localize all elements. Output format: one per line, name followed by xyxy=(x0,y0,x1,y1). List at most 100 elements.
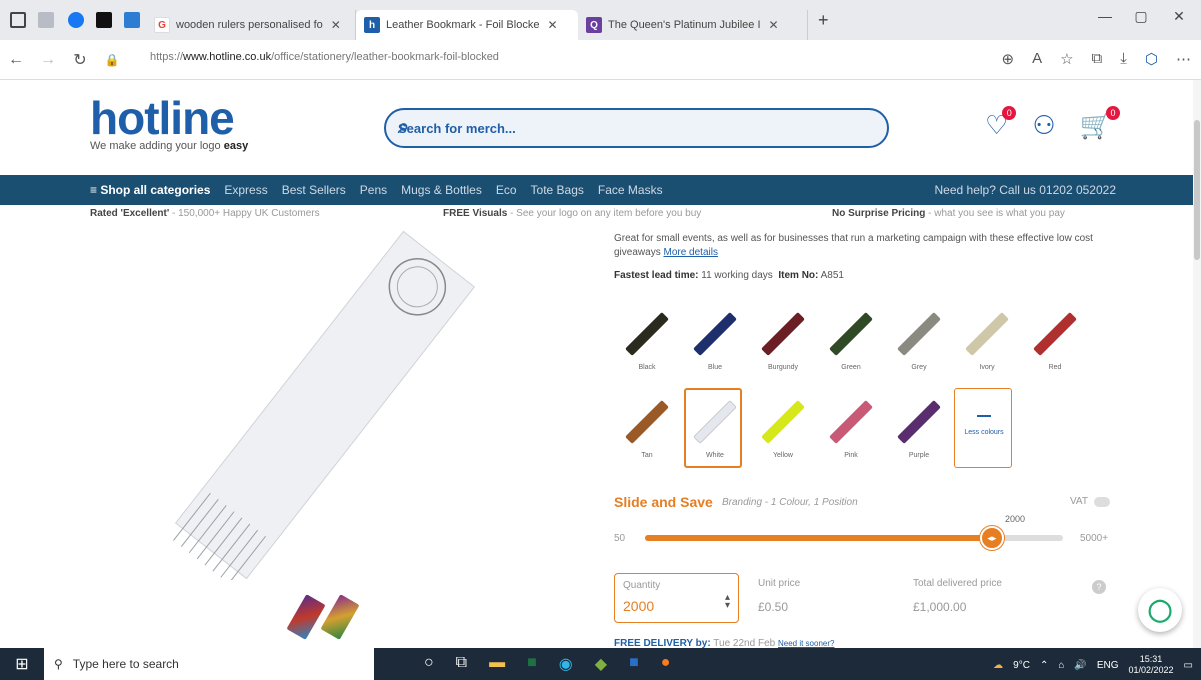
swatch-red[interactable]: Red xyxy=(1026,302,1084,382)
refresh-icon[interactable]: ↻ xyxy=(64,50,96,70)
excel-icon[interactable]: ■ xyxy=(527,654,537,674)
task-view-icon[interactable]: ⧉ xyxy=(456,654,467,674)
network-icon[interactable]: ⌂ xyxy=(1058,660,1064,671)
window-menu-icon[interactable] xyxy=(10,12,26,28)
cortana-icon[interactable]: ○ xyxy=(424,654,434,674)
google-icon: G xyxy=(154,17,170,33)
minimize-icon[interactable]: — xyxy=(1090,8,1120,24)
chat-bubble-icon[interactable]: ◯ xyxy=(1138,588,1182,632)
swatch-bar xyxy=(625,312,669,356)
swatch-burgundy[interactable]: Burgundy xyxy=(754,302,812,382)
facebook-icon[interactable] xyxy=(68,12,84,28)
swatch-label: Red xyxy=(1048,364,1062,371)
account-user-icon[interactable]: ⚇ xyxy=(1032,110,1055,141)
swatch-green[interactable]: Green xyxy=(822,302,880,382)
quantity-label: Quantity xyxy=(623,580,661,591)
unit-price-value: £0.50 xyxy=(758,600,789,614)
lock-icon: 🔒 xyxy=(104,52,120,67)
slider-handle[interactable]: ◂▸ xyxy=(979,526,1004,550)
tab-leather-bookmark[interactable]: h Leather Bookmark - Foil Blocke ✕ xyxy=(356,10,578,40)
wishlist-heart-icon[interactable]: ♡ 0 xyxy=(985,106,1017,141)
info-icon[interactable]: ? xyxy=(1092,580,1106,594)
close-tab-icon[interactable]: ✕ xyxy=(769,18,779,32)
favorite-star-icon[interactable]: ☆ xyxy=(1060,50,1073,68)
close-tab-icon[interactable]: ✕ xyxy=(547,18,557,32)
back-icon[interactable]: ← xyxy=(0,51,32,69)
swatch-yellow[interactable]: Yellow xyxy=(754,390,812,470)
nav-item-pens[interactable]: Pens xyxy=(360,183,387,197)
clock[interactable]: 15:31 01/02/2022 xyxy=(1129,654,1174,676)
read-aloud-icon[interactable]: A xyxy=(1032,50,1042,68)
messenger-icon[interactable] xyxy=(124,12,140,28)
app-icon[interactable]: ◆ xyxy=(595,654,607,674)
zoom-icon[interactable]: ⊕ xyxy=(1001,50,1014,68)
app-icon[interactable] xyxy=(96,12,112,28)
swatch-ivory[interactable]: Ivory xyxy=(958,302,1016,382)
close-tab-icon[interactable]: ✕ xyxy=(331,18,341,32)
nav-item-face-masks[interactable]: Face Masks xyxy=(598,183,663,197)
nav-item-tote-bags[interactable]: Tote Bags xyxy=(531,183,584,197)
nav-item-express[interactable]: Express xyxy=(224,183,267,197)
forward-icon[interactable]: → xyxy=(32,51,64,69)
product-thumbnail[interactable] xyxy=(286,594,326,640)
swatch-label: Green xyxy=(841,364,861,371)
new-tab-button[interactable]: + xyxy=(818,10,829,31)
quantity-field[interactable]: Quantity 2000 ▴ ▾ xyxy=(614,573,739,623)
nav-item-best-sellers[interactable]: Best Sellers xyxy=(282,183,346,197)
need-it-sooner-link[interactable]: Need it sooner? xyxy=(778,639,834,648)
usp-visuals: FREE Visuals - See your logo on any item… xyxy=(443,208,701,219)
swatch-bar xyxy=(897,400,941,444)
weather-icon[interactable]: ☁ xyxy=(993,660,1003,671)
nav-item-eco[interactable]: Eco xyxy=(496,183,517,197)
firefox-icon[interactable]: ● xyxy=(661,654,671,674)
collapse-dash-icon xyxy=(977,415,991,417)
swatch-grey[interactable]: Grey xyxy=(890,302,948,382)
weather-temp[interactable]: 9°C xyxy=(1013,660,1030,671)
windows-start-icon[interactable]: ⊞ xyxy=(0,654,44,674)
shop-all-categories-menu[interactable]: ≡ Shop all categories xyxy=(90,183,210,197)
product-main-image[interactable] xyxy=(150,230,480,584)
swatch-bar xyxy=(897,312,941,356)
cart-count-badge: 0 xyxy=(1106,106,1120,120)
maximize-icon[interactable]: ▢ xyxy=(1126,8,1156,25)
url-field[interactable]: https://www.hotline.co.uk/office/station… xyxy=(150,51,499,63)
taskbar-search-input[interactable]: ⚲ Type here to search xyxy=(44,648,374,680)
language-indicator[interactable]: ENG xyxy=(1097,660,1119,671)
vat-toggle[interactable] xyxy=(1094,497,1110,507)
notifications-icon[interactable]: ▭ xyxy=(1184,660,1193,671)
search-icon[interactable]: ⌕ xyxy=(398,116,875,139)
workspaces-icon[interactable] xyxy=(38,12,54,28)
tray-chevron-icon[interactable]: ⌃ xyxy=(1040,660,1048,671)
quantity-stepper-icon[interactable]: ▴ ▾ xyxy=(725,593,730,611)
nav-item-mugs-bottles[interactable]: Mugs & Bottles xyxy=(401,183,482,197)
search-input[interactable]: Search for merch... ⌕ xyxy=(384,108,889,148)
extension-icon[interactable]: ⬡ xyxy=(1145,50,1158,68)
vat-label: VAT xyxy=(1070,496,1088,507)
swatch-tan[interactable]: Tan xyxy=(618,390,676,470)
more-icon[interactable]: ⋯ xyxy=(1176,50,1191,68)
hotline-logo[interactable]: hotline xyxy=(90,95,235,141)
tab-google-search[interactable]: G wooden rulers personalised fo ✕ xyxy=(146,10,356,40)
product-thumbnail[interactable] xyxy=(320,594,360,640)
volume-icon[interactable]: 🔊 xyxy=(1074,660,1086,671)
quantity-slider[interactable]: ◂▸ xyxy=(645,526,1063,550)
swatch-pink[interactable]: Pink xyxy=(822,390,880,470)
swatch-blue[interactable]: Blue xyxy=(686,302,744,382)
downloads-icon[interactable]: ⤓ xyxy=(1120,50,1127,68)
less-colours-button[interactable]: Less colours xyxy=(954,388,1012,468)
cart-icon[interactable]: 🛒 0 xyxy=(1080,106,1120,141)
close-window-icon[interactable]: ✕ xyxy=(1164,8,1194,25)
outlook-icon[interactable]: ■ xyxy=(629,654,639,674)
edge-icon[interactable]: ◉ xyxy=(559,654,573,674)
scrollbar-thumb[interactable] xyxy=(1194,120,1200,260)
more-details-link[interactable]: More details xyxy=(663,247,717,258)
quantity-value[interactable]: 2000 xyxy=(623,598,654,614)
swatch-white[interactable]: White xyxy=(684,388,742,468)
file-explorer-icon[interactable]: ▬ xyxy=(489,654,505,674)
page-scrollbar[interactable] xyxy=(1193,80,1201,648)
help-phone-link[interactable]: Need help? Call us 01202 052022 xyxy=(935,183,1116,197)
swatch-black[interactable]: Black xyxy=(618,302,676,382)
collections-icon[interactable]: ⧉ xyxy=(1092,50,1103,68)
tab-queens-jubilee[interactable]: Q The Queen's Platinum Jubilee I ✕ xyxy=(578,10,808,40)
swatch-purple[interactable]: Purple xyxy=(890,390,948,470)
